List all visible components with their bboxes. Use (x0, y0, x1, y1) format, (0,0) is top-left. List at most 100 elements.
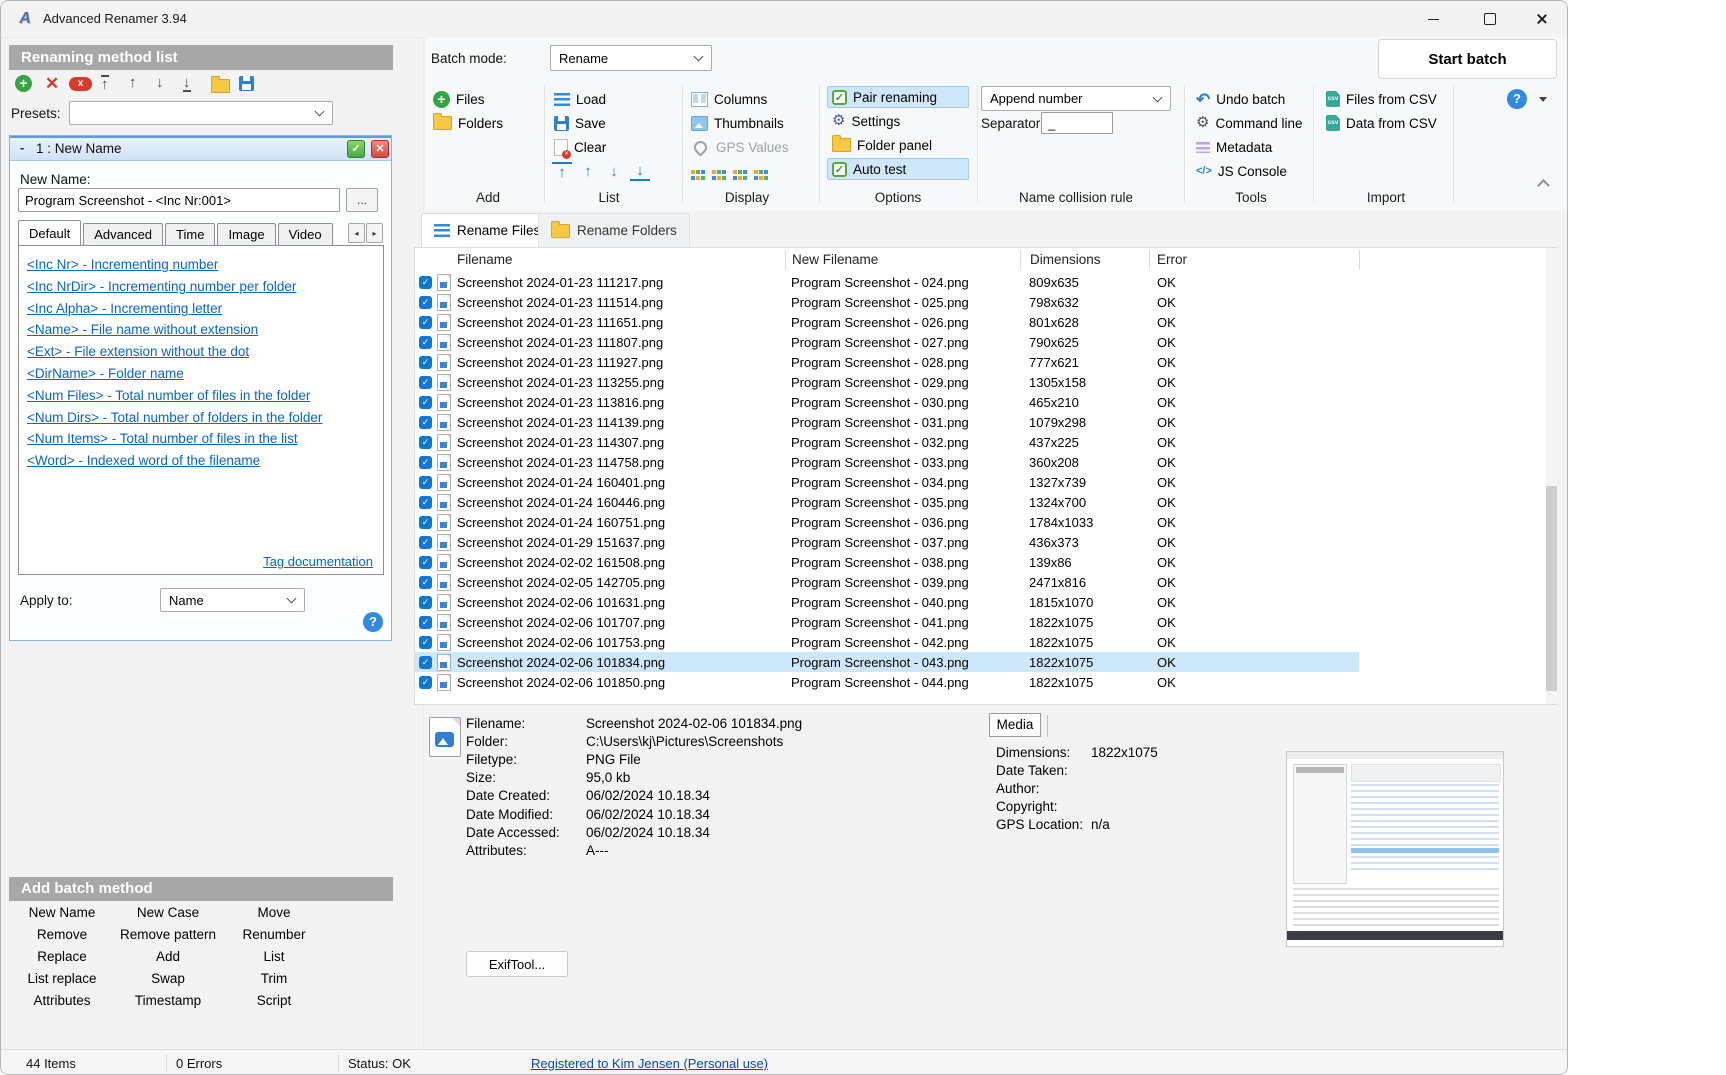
new-name-input[interactable]: Program Screenshot - <Inc Nr:001> (18, 188, 340, 212)
list-save-button[interactable]: Save (554, 112, 606, 134)
checkbox-checked-icon[interactable]: ✓ (419, 336, 432, 349)
tab-time[interactable]: Time (165, 223, 215, 246)
browse-tags-button[interactable]: ... (346, 188, 378, 212)
column-separator[interactable] (1020, 250, 1021, 269)
checkbox-checked-icon[interactable]: ✓ (419, 576, 432, 589)
table-row[interactable]: ✓Screenshot 2024-01-29 151637.pngProgram… (415, 532, 1359, 552)
move-method-down-button[interactable]: ↓ (156, 75, 164, 90)
tab-media[interactable]: Media (989, 713, 1041, 737)
tag-link[interactable]: <Ext> - File extension without the dot (27, 341, 249, 363)
tag-link[interactable]: <Num Files> - Total number of files in t… (27, 385, 310, 407)
table-row[interactable]: ✓Screenshot 2024-02-06 101631.pngProgram… (415, 592, 1359, 612)
table-row[interactable]: ✓Screenshot 2024-02-02 161508.pngProgram… (415, 552, 1359, 572)
batch-method-link[interactable]: List (221, 949, 327, 964)
tab-rename-folders[interactable]: Rename Folders (538, 213, 690, 247)
method-close-button[interactable]: ✕ (371, 140, 389, 158)
folder-panel-button[interactable]: Folder panel (827, 134, 969, 156)
batch-method-link[interactable]: Script (221, 993, 327, 1008)
checkbox-checked-icon[interactable]: ✓ (419, 476, 432, 489)
js-console-button[interactable]: </> JS Console (1196, 160, 1287, 182)
checkbox-checked-icon[interactable]: ✓ (419, 616, 432, 629)
batch-mode-select[interactable]: Rename (550, 45, 712, 71)
checkbox-checked-icon[interactable]: ✓ (419, 396, 432, 409)
table-row[interactable]: ✓Screenshot 2024-01-24 160751.pngProgram… (415, 512, 1359, 532)
list-clear-button[interactable]: Clear (554, 136, 606, 158)
checkbox-checked-icon[interactable]: ✓ (419, 636, 432, 649)
table-row[interactable]: ✓Screenshot 2024-01-23 113816.pngProgram… (415, 392, 1359, 412)
batch-method-link[interactable]: Attributes (9, 993, 115, 1008)
column-header-filename[interactable]: Filename (457, 252, 513, 267)
move-method-bottom-button[interactable]: ↓ (183, 75, 191, 92)
batch-method-link[interactable]: Trim (221, 971, 327, 986)
collision-rule-select[interactable]: Append number (981, 86, 1171, 111)
exiftool-button[interactable]: ExifTool... (466, 951, 568, 977)
open-preset-button[interactable] (211, 79, 230, 93)
column-separator[interactable] (785, 250, 786, 269)
add-method-button[interactable]: + (15, 75, 32, 92)
table-row[interactable]: ✓Screenshot 2024-02-06 101834.pngProgram… (415, 652, 1359, 672)
data-from-csv-button[interactable]: csv Data from CSV (1326, 112, 1437, 134)
table-row[interactable]: ✓Screenshot 2024-01-23 111514.pngProgram… (415, 292, 1359, 312)
tag-link[interactable]: <Inc Nr> - Incrementing number (27, 254, 218, 276)
table-row[interactable]: ✓Screenshot 2024-01-23 114307.pngProgram… (415, 432, 1359, 452)
tab-default[interactable]: Default (18, 220, 81, 246)
batch-method-link[interactable]: Replace (9, 949, 115, 964)
method-header[interactable]: - 1 : New Name ✓ ✕ (10, 136, 391, 161)
table-row[interactable]: ✓Screenshot 2024-01-23 113255.pngProgram… (415, 372, 1359, 392)
tag-link[interactable]: <Num Items> - Total number of files in t… (27, 428, 298, 450)
table-row[interactable]: ✓Screenshot 2024-02-06 101850.pngProgram… (415, 672, 1359, 692)
checkbox-checked-icon[interactable]: ✓ (419, 276, 432, 289)
table-row[interactable]: ✓Screenshot 2024-01-23 111651.pngProgram… (415, 312, 1359, 332)
minimize-button[interactable] (1411, 4, 1456, 34)
tab-video[interactable]: Video (278, 223, 333, 246)
tab-rename-files[interactable]: Rename Files (421, 213, 553, 247)
batch-method-link[interactable]: Timestamp (115, 993, 221, 1008)
checkbox-checked-icon[interactable]: ✓ (419, 496, 432, 509)
batch-method-link[interactable]: New Case (115, 905, 221, 920)
save-preset-button[interactable] (239, 76, 254, 91)
checkbox-checked-icon[interactable]: ✓ (419, 516, 432, 529)
move-bottom-button[interactable]: ↓ (630, 162, 650, 181)
table-row[interactable]: ✓Screenshot 2024-01-23 111217.pngProgram… (415, 272, 1359, 292)
checkbox-checked-icon[interactable]: ✓ (419, 456, 432, 469)
table-row[interactable]: ✓Screenshot 2024-02-06 101753.pngProgram… (415, 632, 1359, 652)
start-batch-button[interactable]: Start batch (1378, 39, 1557, 79)
checkbox-checked-icon[interactable]: ✓ (419, 356, 432, 369)
checkbox-checked-icon[interactable]: ✓ (419, 656, 432, 669)
checkbox-checked-icon[interactable]: ✓ (419, 296, 432, 309)
move-method-top-button[interactable]: ↑ (101, 75, 109, 92)
batch-method-link[interactable]: Move (221, 905, 327, 920)
checkbox-checked-icon[interactable]: ✓ (419, 676, 432, 689)
table-row[interactable]: ✓Screenshot 2024-01-24 160401.pngProgram… (415, 472, 1359, 492)
table-scrollbar[interactable] (1546, 248, 1557, 704)
scrollbar-thumb[interactable] (1546, 486, 1557, 691)
batch-method-link[interactable]: List replace (9, 971, 115, 986)
move-top-button[interactable]: ↑ (552, 162, 572, 181)
help-button[interactable]: ? (1507, 89, 1527, 109)
tag-link[interactable]: <Num Dirs> - Total number of folders in … (27, 407, 322, 429)
table-row[interactable]: ✓Screenshot 2024-01-23 111807.pngProgram… (415, 332, 1359, 352)
apply-to-select[interactable]: Name (160, 588, 305, 612)
metadata-button[interactable]: Metadata (1196, 136, 1272, 158)
table-row[interactable]: ✓Screenshot 2024-01-23 111927.pngProgram… (415, 352, 1359, 372)
tag-link[interactable]: <Inc Alpha> - Incrementing letter (27, 298, 222, 320)
checkbox-checked-icon[interactable]: ✓ (419, 556, 432, 569)
checkbox-checked-icon[interactable]: ✓ (419, 316, 432, 329)
column-header-error[interactable]: Error (1157, 252, 1187, 267)
batch-method-link[interactable]: Renumber (221, 927, 327, 942)
batch-method-link[interactable]: New Name (9, 905, 115, 920)
maximize-button[interactable] (1467, 4, 1512, 34)
undo-batch-button[interactable]: ↶ Undo batch (1196, 88, 1285, 110)
batch-method-link[interactable]: Remove pattern (115, 927, 221, 942)
display-columns-button[interactable]: Columns (691, 88, 767, 110)
list-load-button[interactable]: Load (554, 88, 606, 110)
column-separator[interactable] (1359, 250, 1360, 269)
method-enabled-checkbox[interactable]: ✓ (347, 140, 365, 158)
separator-input[interactable]: _ (1041, 112, 1113, 134)
checkbox-checked-icon[interactable]: ✓ (419, 376, 432, 389)
files-from-csv-button[interactable]: csv Files from CSV (1326, 88, 1437, 110)
batch-method-link[interactable]: Add (115, 949, 221, 964)
checkbox-checked-icon[interactable]: ✓ (419, 596, 432, 609)
view-mode-icon[interactable] (712, 170, 716, 174)
close-button[interactable] (1519, 4, 1564, 34)
